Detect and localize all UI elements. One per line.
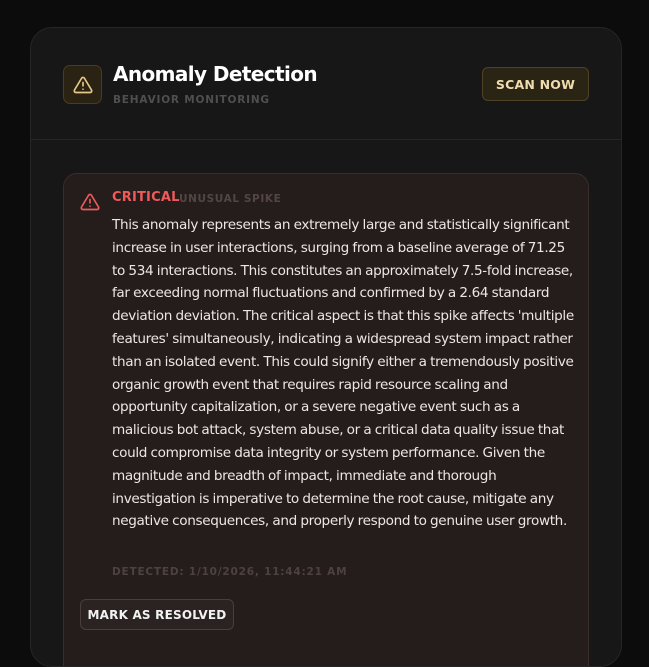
detected-timestamp: DETECTED: 1/10/2026, 11:44:21 AM bbox=[112, 566, 348, 578]
panel-header: Anomaly Detection BEHAVIOR MONITORING SC… bbox=[31, 28, 621, 140]
page-title: Anomaly Detection bbox=[113, 62, 318, 86]
anomaly-description: This anomaly represents an extremely lar… bbox=[112, 217, 574, 530]
scan-now-button[interactable]: SCAN NOW bbox=[482, 67, 589, 101]
header-icon-badge bbox=[63, 65, 102, 104]
warning-triangle-icon bbox=[80, 193, 100, 211]
anomaly-alert-card: CRITICAL UNUSUAL SPIKE This anomaly repr… bbox=[63, 173, 589, 666]
anomaly-type-label: UNUSUAL SPIKE bbox=[179, 193, 282, 205]
severity-badge: CRITICAL bbox=[112, 190, 180, 205]
warning-triangle-icon bbox=[72, 76, 93, 93]
mark-resolved-button[interactable]: MARK AS RESOLVED bbox=[80, 599, 234, 630]
anomaly-panel: Anomaly Detection BEHAVIOR MONITORING SC… bbox=[30, 27, 622, 667]
page-subtitle: BEHAVIOR MONITORING bbox=[113, 94, 270, 106]
